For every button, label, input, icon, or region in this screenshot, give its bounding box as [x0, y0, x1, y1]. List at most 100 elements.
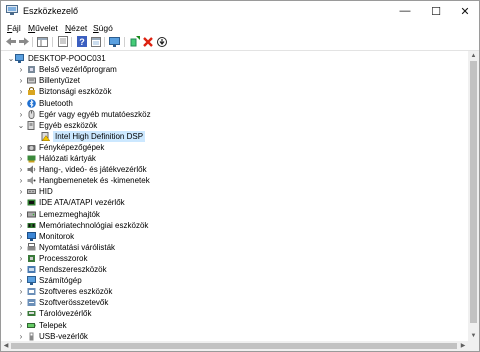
vertical-scroll-thumb[interactable]: [470, 61, 477, 323]
unknown-device-warning-icon: [41, 131, 50, 141]
collapse-chevron-icon[interactable]: ⌄: [17, 120, 25, 131]
tree-category-item[interactable]: › Fényképezőgépek: [1, 142, 461, 153]
expand-chevron-icon[interactable]: ›: [17, 308, 25, 319]
expand-chevron-icon[interactable]: ›: [17, 253, 25, 264]
tree-item-label: Hangbemenetek és -kimenetek: [39, 176, 150, 186]
minimize-button[interactable]: —: [390, 1, 420, 21]
expand-chevron-icon[interactable]: ›: [17, 98, 25, 109]
tree-item-label: Monitorok: [39, 231, 75, 241]
collapse-chevron-icon[interactable]: ⌄: [7, 53, 15, 64]
tree-child-item[interactable]: Intel High Definition DSP: [1, 130, 461, 142]
menu-file[interactable]: Fájl: [7, 23, 21, 33]
expand-chevron-icon[interactable]: ›: [17, 286, 25, 297]
menu-action[interactable]: Művelet: [28, 23, 58, 33]
uninstall-device-button[interactable]: [142, 36, 153, 47]
tree-category-item[interactable]: › Rendszereszközök: [1, 264, 461, 275]
scrollbar-corner: [468, 341, 479, 351]
download-circle-icon: [156, 36, 167, 47]
tree-category-item[interactable]: › Szoftverösszetevők: [1, 297, 461, 308]
tree-category-item[interactable]: › HID: [1, 186, 461, 197]
close-button[interactable]: ✕: [450, 1, 480, 21]
tree-item-label: Belső vezérlőprogram: [39, 65, 117, 75]
properties-button[interactable]: [57, 36, 68, 47]
tree-category-item[interactable]: › Memóriatechnológiai eszközök: [1, 220, 461, 231]
expand-chevron-icon[interactable]: ›: [17, 197, 25, 208]
menu-help[interactable]: Súgó: [93, 23, 113, 33]
forward-button[interactable]: [18, 36, 29, 47]
svg-text:?: ?: [79, 37, 85, 47]
expand-chevron-icon[interactable]: ›: [17, 64, 25, 75]
device-manager-window: Eszközkezelő — ☐ ✕ Fájl Művelet Nézet Sú…: [0, 0, 480, 352]
scroll-down-icon[interactable]: ▼: [468, 331, 479, 341]
expand-chevron-icon[interactable]: ›: [17, 153, 25, 164]
tree-item-label: Egyéb eszközök: [39, 120, 98, 130]
expand-chevron-icon[interactable]: ›: [17, 86, 25, 97]
tree-item-label: Tárolóvezérlők: [39, 309, 92, 319]
add-driver-button[interactable]: [129, 36, 140, 47]
scroll-up-icon[interactable]: ▲: [468, 51, 479, 61]
add-driver-icon: [130, 36, 140, 47]
update-driver-button[interactable]: [156, 36, 167, 47]
horizontal-scrollbar[interactable]: ◀ ▶: [1, 341, 468, 351]
tree-category-item[interactable]: › Monitorok: [1, 231, 461, 242]
tree-category-item[interactable]: › Belső vezérlőprogram: [1, 64, 461, 75]
tree-item-label: Egér vagy egyéb mutatóeszköz: [39, 109, 151, 119]
title-bar[interactable]: Eszközkezelő — ☐ ✕: [1, 1, 479, 21]
tree-category-item[interactable]: › Tárolóvezérlők: [1, 308, 461, 319]
tree-category-item[interactable]: › Hang-, videó- és játékvezérlők: [1, 164, 461, 175]
tree-item-label: Processzorok: [39, 253, 88, 263]
expand-chevron-icon[interactable]: ›: [17, 109, 25, 120]
expand-chevron-icon[interactable]: ›: [17, 209, 25, 220]
expand-chevron-icon[interactable]: ›: [17, 175, 25, 186]
tree-category-item[interactable]: › Biztonsági eszközök: [1, 86, 461, 97]
expand-chevron-icon[interactable]: ›: [17, 242, 25, 253]
view-window-icon: [90, 36, 101, 47]
menu-view[interactable]: Nézet: [65, 23, 87, 33]
tree-item-label: Lemezmeghajtók: [39, 209, 100, 219]
tree-category-item[interactable]: › Lemezmeghajtók: [1, 209, 461, 220]
vertical-scrollbar[interactable]: ▲ ▼: [468, 51, 479, 341]
expand-chevron-icon[interactable]: ›: [17, 164, 25, 175]
show-hide-tree-button[interactable]: [37, 36, 48, 47]
help-button[interactable]: ?: [76, 36, 87, 47]
audio-io-icon: [27, 176, 36, 185]
scan-hardware-button[interactable]: [109, 36, 120, 47]
tree-category-item[interactable]: › Hálózati kártyák: [1, 153, 461, 164]
tree-category-item[interactable]: › Hangbemenetek és -kimenetek: [1, 175, 461, 186]
expand-chevron-icon[interactable]: ›: [17, 264, 25, 275]
expand-chevron-icon[interactable]: ›: [17, 320, 25, 331]
network-adapter-icon: [27, 155, 36, 163]
expand-chevron-icon[interactable]: ›: [17, 297, 25, 308]
tree-category-item[interactable]: › Bluetooth: [1, 98, 461, 109]
tree-category-item[interactable]: › Processzorok: [1, 253, 461, 264]
back-button[interactable]: [5, 36, 16, 47]
scroll-right-icon[interactable]: ▶: [458, 341, 468, 351]
toolbar-separator: [71, 37, 72, 47]
tree-category-item[interactable]: › Számítógép: [1, 275, 461, 286]
tree-category-item[interactable]: ⌄ Egyéb eszközök: [1, 120, 461, 131]
tree-category-item[interactable]: › IDE ATA/ATAPI vezérlők: [1, 197, 461, 208]
expand-chevron-icon[interactable]: ›: [17, 275, 25, 286]
expand-chevron-icon[interactable]: ›: [17, 186, 25, 197]
horizontal-scroll-thumb[interactable]: [11, 343, 457, 349]
expand-chevron-icon[interactable]: ›: [17, 231, 25, 242]
memory-device-icon: [27, 222, 36, 228]
tree-category-item[interactable]: › USB-vezérlők: [1, 331, 461, 341]
tree-category-item[interactable]: › Szoftveres eszközök: [1, 286, 461, 297]
maximize-button[interactable]: ☐: [421, 1, 451, 21]
expand-chevron-icon[interactable]: ›: [17, 331, 25, 341]
expand-chevron-icon[interactable]: ›: [17, 75, 25, 86]
tree-category-item[interactable]: › Telepek: [1, 320, 461, 331]
scan-hardware-monitor-icon: [109, 36, 120, 47]
close-icon: ✕: [460, 5, 470, 18]
scroll-left-icon[interactable]: ◀: [1, 341, 11, 351]
tree-category-item[interactable]: › Nyomtatási várólisták: [1, 242, 461, 253]
expand-chevron-icon[interactable]: ›: [17, 142, 25, 153]
tree-category-item[interactable]: › Billentyűzet: [1, 75, 461, 86]
ide-controller-icon: [27, 199, 36, 206]
view-button[interactable]: [90, 36, 101, 47]
tree-root[interactable]: ⌄ DESKTOP-POOC031: [1, 53, 461, 64]
expand-chevron-icon[interactable]: ›: [17, 220, 25, 231]
back-arrow-icon: [5, 37, 16, 46]
tree-category-item[interactable]: › Egér vagy egyéb mutatóeszköz: [1, 109, 461, 120]
